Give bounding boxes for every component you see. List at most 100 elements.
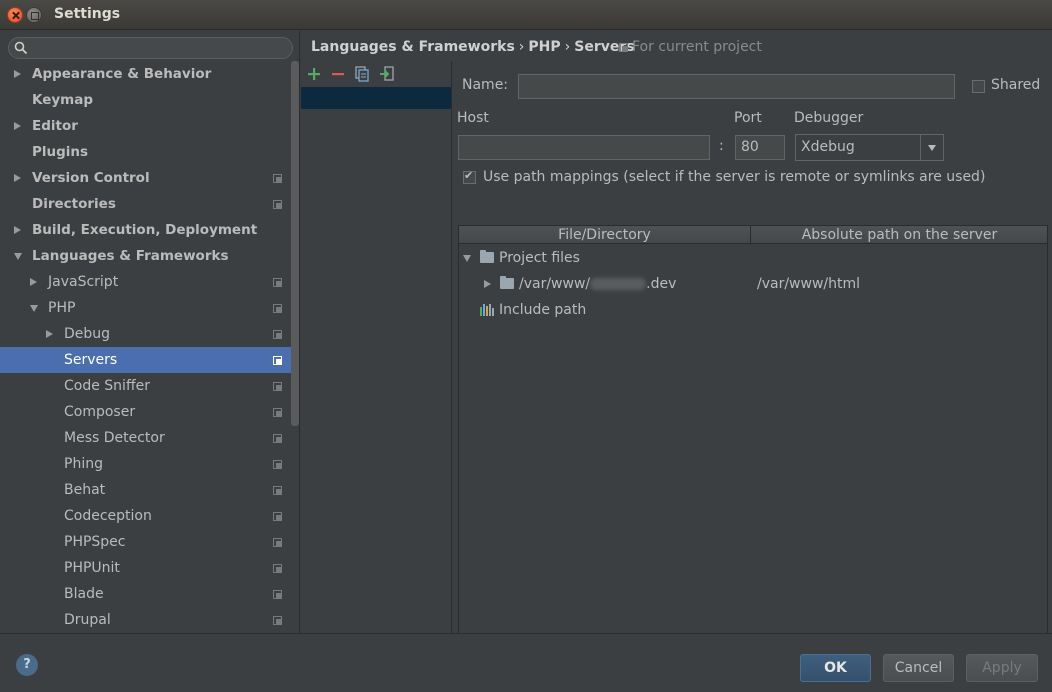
sidebar-item-languages-frameworks[interactable]: Languages & Frameworks: [0, 243, 292, 269]
sidebar-item-version-control[interactable]: Version Control: [0, 165, 292, 191]
sidebar-item-code-sniffer[interactable]: Code Sniffer: [0, 373, 292, 399]
remove-icon[interactable]: [329, 65, 347, 83]
import-icon[interactable]: [378, 65, 396, 83]
collapsed-arrow-icon[interactable]: [14, 70, 21, 78]
server-path[interactable]: /var/www/html: [757, 271, 860, 297]
dialog-footer: ? OK Cancel Apply: [0, 633, 1052, 692]
add-icon[interactable]: [305, 65, 323, 83]
debugger-label: Debugger: [794, 110, 864, 126]
host-port-separator: :: [719, 138, 724, 154]
sidebar-item-javascript[interactable]: JavaScript: [0, 269, 292, 295]
search-input[interactable]: [8, 37, 293, 59]
tree-row-project-files[interactable]: Project files: [459, 245, 1047, 271]
sidebar-item-label: Directories: [32, 196, 116, 212]
close-window-button[interactable]: [7, 7, 23, 23]
sidebar-item-label: PHP: [48, 300, 76, 316]
collapsed-arrow-icon[interactable]: [14, 226, 21, 234]
chevron-down-icon[interactable]: [920, 135, 943, 160]
sidebar-item-codeception[interactable]: Codeception: [0, 503, 292, 529]
server-toolbar: [301, 61, 452, 87]
project-scope-icon: [273, 408, 282, 417]
breadcrumb: Languages & Frameworks › PHP › Servers: [311, 39, 635, 55]
expanded-arrow-icon[interactable]: [30, 305, 38, 312]
project-scope-icon: [273, 278, 282, 287]
project-scope-icon: [273, 616, 282, 625]
sidebar-item-composer[interactable]: Composer: [0, 399, 292, 425]
sidebar-item-keymap[interactable]: Keymap: [0, 87, 292, 113]
sidebar-item-editor[interactable]: Editor: [0, 113, 292, 139]
port-field[interactable]: 80: [735, 135, 785, 160]
sidebar-item-label: Mess Detector: [64, 430, 165, 446]
sidebar-item-blade[interactable]: Blade: [0, 581, 292, 607]
project-scope-icon: [273, 486, 282, 495]
sidebar-scrollbar[interactable]: [291, 61, 299, 426]
window-title: Settings: [54, 6, 121, 22]
expand-arrow-icon[interactable]: [463, 255, 471, 262]
ok-button[interactable]: OK: [800, 654, 871, 682]
project-scope-icon: [273, 460, 282, 469]
expanded-arrow-icon[interactable]: [14, 253, 22, 260]
settings-sidebar: Appearance & Behavior Keymap Editor Plugins…: [0, 31, 300, 633]
scope-note: For current project: [619, 39, 762, 55]
sidebar-item-php[interactable]: PHP: [0, 295, 292, 321]
sidebar-item-label: Debug: [64, 326, 111, 342]
copy-icon[interactable]: [353, 65, 371, 83]
sidebar-item-label: Editor: [32, 118, 78, 134]
sidebar-item-servers[interactable]: Servers: [0, 347, 292, 373]
collapsed-arrow-icon[interactable]: [46, 330, 53, 338]
sidebar-item-appearance-behavior[interactable]: Appearance & Behavior: [0, 61, 292, 87]
project-scope-icon: [619, 43, 628, 52]
path-mappings-checkbox[interactable]: [463, 169, 476, 184]
local-path-prefix: /var/www/: [519, 276, 591, 292]
column-header-file-directory[interactable]: File/Directory: [459, 226, 751, 244]
tree-row-include-path[interactable]: Include path: [459, 297, 1047, 323]
project-scope-icon: [273, 330, 282, 339]
shared-label: Shared: [991, 77, 1041, 93]
collapsed-arrow-icon[interactable]: [30, 278, 37, 286]
server-list-item[interactable]: [301, 87, 451, 109]
name-field[interactable]: [518, 74, 955, 99]
sidebar-item-label: Build, Execution, Deployment: [32, 222, 258, 238]
sidebar-item-plugins[interactable]: Plugins: [0, 139, 292, 165]
sidebar-item-build-execution-deployment[interactable]: Build, Execution, Deployment: [0, 217, 292, 243]
help-button[interactable]: ?: [16, 654, 38, 676]
sidebar-item-mess-detector[interactable]: Mess Detector: [0, 425, 292, 451]
cancel-button[interactable]: Cancel: [883, 654, 954, 682]
sidebar-item-label: JavaScript: [48, 274, 119, 290]
collapsed-arrow-icon[interactable]: [14, 174, 21, 182]
port-label: Port: [734, 110, 762, 126]
sidebar-item-label: Servers: [64, 352, 118, 368]
server-form: Name: Shared Host : Port 80 Debugger Xde…: [453, 61, 1052, 658]
sidebar-item-label: Appearance & Behavior: [32, 66, 212, 82]
table-header: File/Directory Absolute path on the serv…: [459, 226, 1047, 244]
folder-icon: [480, 250, 494, 263]
apply-button[interactable]: Apply: [966, 654, 1038, 682]
breadcrumb-separator: ›: [518, 39, 525, 55]
sidebar-item-debug[interactable]: Debug: [0, 321, 292, 347]
settings-tree: Appearance & Behavior Keymap Editor Plugins…: [0, 61, 292, 633]
debugger-select[interactable]: Xdebug: [795, 134, 944, 161]
local-path-suffix: .dev: [646, 276, 677, 292]
sidebar-item-directories[interactable]: Directories: [0, 191, 292, 217]
sidebar-item-phpunit[interactable]: PHPUnit: [0, 555, 292, 581]
sidebar-item-phing[interactable]: Phing: [0, 451, 292, 477]
shared-checkbox[interactable]: [972, 80, 985, 93]
sidebar-item-behat[interactable]: Behat: [0, 477, 292, 503]
table-row[interactable]: /var/www/ .dev /var/www/html: [459, 271, 1047, 297]
breadcrumb-item-php: PHP: [528, 39, 561, 55]
expand-arrow-icon[interactable]: [484, 280, 491, 288]
name-label: Name:: [462, 77, 509, 93]
sidebar-item-drupal[interactable]: Drupal: [0, 607, 292, 633]
column-header-server-path[interactable]: Absolute path on the server: [752, 226, 1047, 244]
project-scope-icon: [273, 200, 282, 209]
host-field[interactable]: [458, 135, 710, 160]
content-panel: Languages & Frameworks › PHP › Servers For c…: [301, 31, 1052, 658]
library-icon: [480, 304, 494, 316]
debugger-selected-value: Xdebug: [801, 139, 855, 155]
sidebar-item-label: Blade: [64, 586, 104, 602]
collapsed-arrow-icon[interactable]: [14, 122, 21, 130]
maximize-window-button[interactable]: [26, 7, 42, 23]
sidebar-item-label: Behat: [64, 482, 106, 498]
sidebar-item-label: Codeception: [64, 508, 152, 524]
sidebar-item-phpspec[interactable]: PHPSpec: [0, 529, 292, 555]
